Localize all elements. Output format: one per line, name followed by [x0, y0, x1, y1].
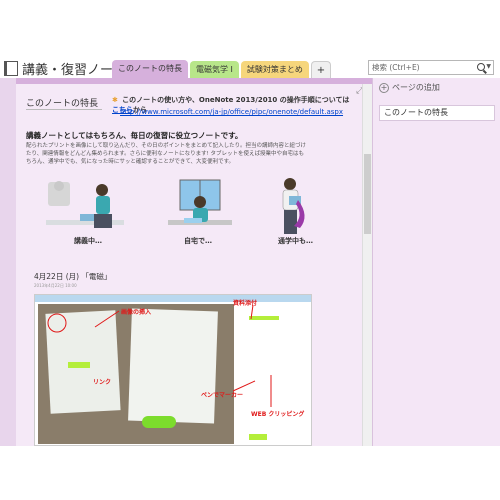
- search-input[interactable]: 検索 (Ctrl+E) ▼: [368, 60, 494, 75]
- illustration-lecture: [46, 181, 124, 228]
- illustration-home: [168, 179, 232, 225]
- chevron-down-icon[interactable]: ▼: [486, 63, 491, 70]
- page-panel: + ページの追加 このノートの特長: [372, 78, 500, 446]
- illustration-commute: [282, 178, 305, 234]
- annotation-arrows: [47, 304, 272, 407]
- body-text: 配られたプリントを画像にして取り込んだり、その日のポイントをまとめて記入したり。…: [26, 143, 307, 165]
- page-canvas[interactable]: このノートの特長 ✱ このノートの使い方や、OneNote 2013/2010 …: [16, 84, 362, 446]
- star-icon: ✱: [112, 96, 118, 104]
- scrollbar-thumb[interactable]: [364, 154, 371, 234]
- figure-label-home: 自宅で…: [184, 237, 212, 245]
- notebook-title: 講義・復習ノート: [22, 62, 127, 78]
- add-page-label: ページの追加: [392, 83, 440, 92]
- left-margin: [0, 78, 16, 498]
- headline: 講義ノートとしてはもちろん、毎日の復習に役立つノートです。: [26, 131, 243, 140]
- embedded-screenshot: 画像の挿入 資料添付 リンク ペンでマーカー WEB クリッピング: [34, 294, 312, 446]
- bottom-area: [0, 446, 500, 500]
- vertical-scrollbar[interactable]: [362, 84, 372, 446]
- intro-text: このノートの使い方や、OneNote 2013/2010 の操作手順については: [122, 96, 350, 104]
- figure-label-lecture: 講義中…: [74, 237, 102, 245]
- search-placeholder: 検索 (Ctrl+E): [372, 63, 420, 72]
- section-tabs: このノートの特長 電磁気学 I 試験対策まとめ +: [112, 60, 333, 78]
- title-underline: [26, 109, 102, 110]
- search-icon[interactable]: [477, 63, 485, 71]
- plus-icon: +: [379, 82, 389, 93]
- tab-electromagnetism[interactable]: 電磁気学 I: [190, 61, 239, 78]
- add-section-button[interactable]: +: [310, 61, 331, 78]
- tab-features[interactable]: このノートの特長: [112, 60, 188, 78]
- note-date-sub: 2013年4月22日 10:00: [34, 283, 77, 288]
- top-bar: 講義・復習ノート ▼ このノートの特長 電磁気学 I 試験対策まとめ + 検索 …: [0, 0, 500, 78]
- url-link[interactable]: http://www.microsoft.com/ja-jp/office/pi…: [120, 108, 343, 116]
- figure-label-commute: 通学中も…: [278, 237, 313, 245]
- page-list-item[interactable]: このノートの特長: [379, 105, 495, 121]
- note-date-title: 4月22日 (月) 「電磁」: [34, 272, 112, 281]
- page-title[interactable]: このノートの特長: [26, 96, 98, 109]
- tab-exam-summary[interactable]: 試験対策まとめ: [240, 61, 309, 78]
- add-page-button[interactable]: + ページの追加: [379, 82, 440, 93]
- notebook-icon: [4, 60, 18, 76]
